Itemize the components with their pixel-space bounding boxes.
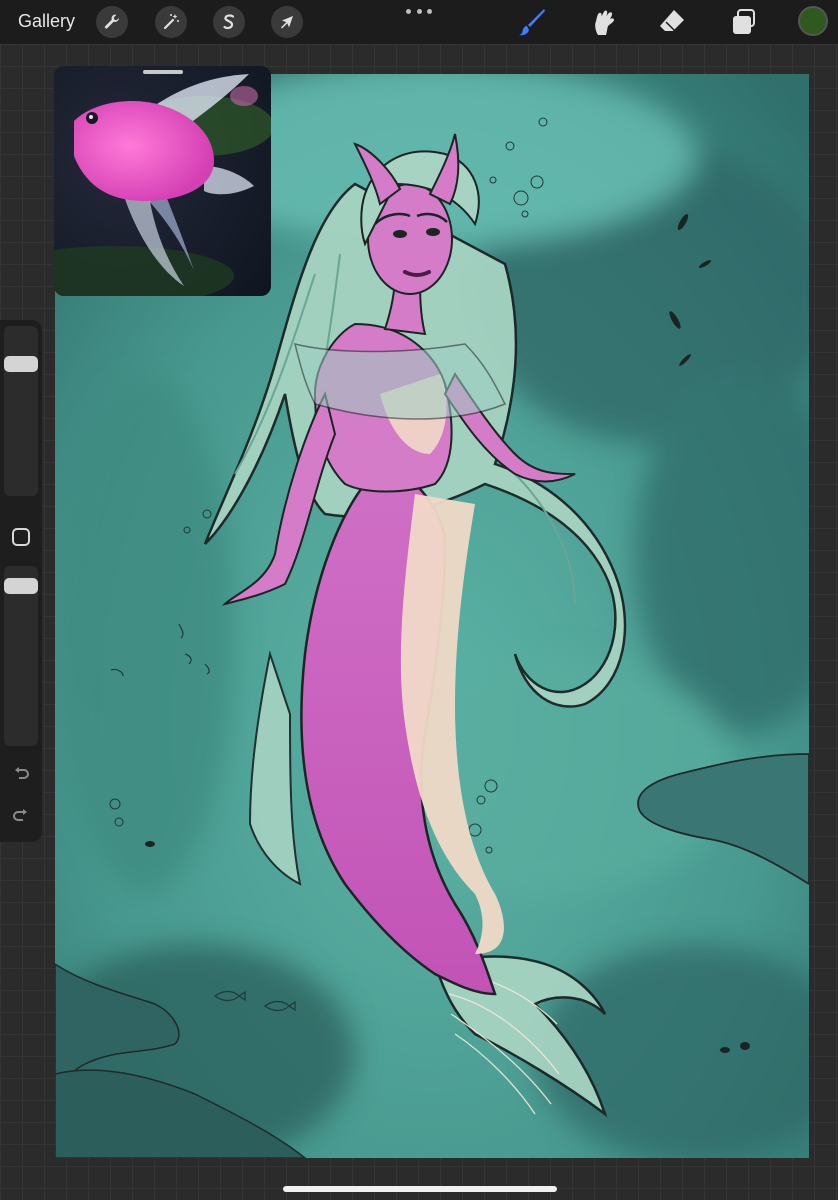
redo-icon bbox=[13, 809, 27, 821]
redo-button[interactable] bbox=[11, 806, 31, 826]
top-toolbar: Gallery bbox=[0, 0, 838, 44]
eraser-icon bbox=[660, 10, 684, 32]
brush-tool-button[interactable] bbox=[516, 6, 548, 38]
brush-sidebar bbox=[0, 320, 42, 842]
smudge-tool-button[interactable] bbox=[587, 6, 619, 38]
transform-button[interactable] bbox=[271, 6, 303, 38]
brush-size-slider[interactable] bbox=[4, 326, 38, 496]
adjustments-button[interactable] bbox=[155, 6, 187, 38]
brush-icon bbox=[519, 9, 545, 36]
undo-button[interactable] bbox=[11, 764, 31, 784]
selection-s-icon bbox=[223, 14, 235, 30]
opacity-slider[interactable] bbox=[4, 566, 38, 746]
layers-icon bbox=[733, 9, 755, 34]
gallery-button[interactable]: Gallery bbox=[18, 11, 75, 32]
angelfish-reference-photo bbox=[54, 66, 271, 296]
reference-image-panel[interactable] bbox=[54, 66, 271, 296]
wrench-icon bbox=[104, 14, 120, 29]
smudge-icon bbox=[595, 10, 614, 35]
selection-button[interactable] bbox=[213, 6, 245, 38]
more-icon[interactable] bbox=[406, 4, 432, 18]
actions-button[interactable] bbox=[96, 6, 128, 38]
home-indicator[interactable] bbox=[283, 1186, 557, 1192]
eraser-tool-button[interactable] bbox=[656, 6, 688, 38]
reference-drag-handle[interactable] bbox=[143, 70, 183, 74]
brush-size-thumb[interactable] bbox=[4, 356, 38, 372]
undo-icon bbox=[15, 767, 29, 779]
opacity-thumb[interactable] bbox=[4, 578, 38, 594]
arrow-cursor-icon bbox=[281, 16, 293, 29]
color-picker-button[interactable] bbox=[798, 6, 828, 36]
layers-button[interactable] bbox=[727, 6, 759, 38]
magic-wand-icon bbox=[163, 14, 179, 30]
square-icon[interactable] bbox=[12, 528, 30, 546]
